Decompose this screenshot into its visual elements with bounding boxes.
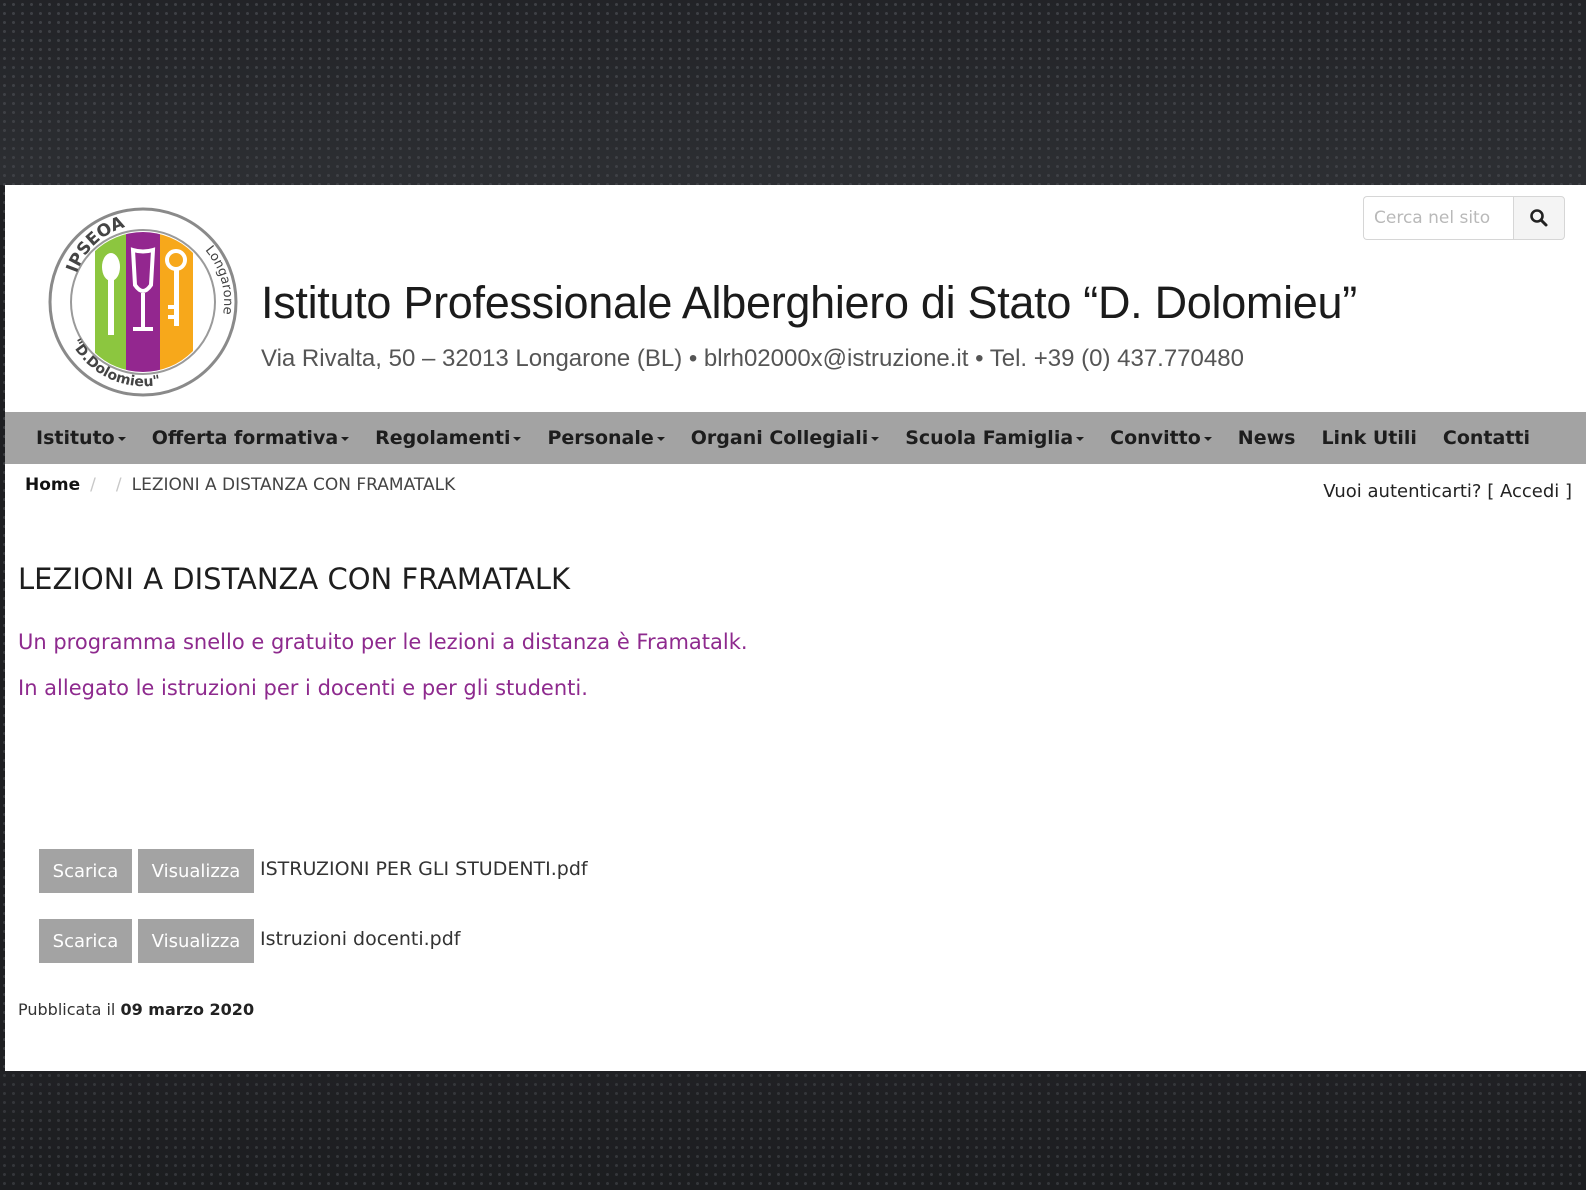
attachment-filename: Istruzioni docenti.pdf	[260, 928, 461, 950]
school-logo[interactable]: IPSEOA Longarone "D.Dolomieu"	[45, 205, 245, 399]
background-top	[0, 0, 1586, 185]
nav-item-scuola-famiglia[interactable]: Scuola Famiglia	[892, 427, 1097, 449]
search-box	[1363, 196, 1565, 240]
breadcrumb-current: LEZIONI A DISTANZA CON FRAMATALK	[131, 475, 456, 495]
caret-down-icon	[1203, 437, 1212, 441]
web-page: IPSEOA Longarone "D.Dolomieu" Istituto P…	[5, 185, 1586, 1071]
view-button[interactable]: Visualizza	[138, 849, 254, 893]
nav-item-organi-collegiali[interactable]: Organi Collegiali	[678, 427, 892, 449]
view-button[interactable]: Visualizza	[138, 919, 254, 963]
site-address: Via Rivalta, 50 – 32013 Longarone (BL) •…	[261, 345, 1244, 372]
caret-down-icon	[341, 437, 350, 441]
main-navigation: Istituto Offerta formativa Regolamenti P…	[5, 412, 1586, 464]
attachment-row: Scarica Visualizza ISTRUZIONI PER GLI ST…	[39, 849, 588, 893]
published-date: 09 marzo 2020	[120, 1000, 255, 1019]
page-title: LEZIONI A DISTANZA CON FRAMATALK	[18, 562, 571, 596]
search-icon	[1530, 209, 1548, 227]
breadcrumb-separator: /	[115, 475, 122, 495]
search-input[interactable]	[1363, 196, 1513, 240]
caret-down-icon	[656, 437, 665, 441]
nav-item-link-utili[interactable]: Link Utili	[1308, 427, 1429, 449]
site-title: Istituto Professionale Alberghiero di St…	[261, 277, 1357, 328]
nav-item-regolamenti[interactable]: Regolamenti	[362, 427, 534, 449]
article-paragraph: Un programma snello e gratuito per le le…	[18, 630, 748, 654]
attachment-filename: ISTRUZIONI PER GLI STUDENTI.pdf	[260, 858, 588, 880]
attachment-row: Scarica Visualizza Istruzioni docenti.pd…	[39, 919, 460, 963]
nav-item-personale[interactable]: Personale	[534, 427, 677, 449]
breadcrumb: Home / / LEZIONI A DISTANZA CON FRAMATAL…	[25, 475, 455, 495]
caret-down-icon	[871, 437, 880, 441]
nav-item-news[interactable]: News	[1225, 427, 1309, 449]
nav-item-contatti[interactable]: Contatti	[1430, 427, 1543, 449]
download-button[interactable]: Scarica	[39, 849, 132, 893]
login-link[interactable]: [ Accedi ]	[1487, 481, 1572, 502]
nav-item-istituto[interactable]: Istituto	[23, 427, 139, 449]
caret-down-icon	[117, 437, 126, 441]
nav-item-offerta-formativa[interactable]: Offerta formativa	[139, 427, 362, 449]
publication-date: Pubblicata il 09 marzo 2020	[18, 1000, 254, 1019]
article-paragraph: In allegato le istruzioni per i docenti …	[18, 676, 588, 700]
nav-item-convitto[interactable]: Convitto	[1097, 427, 1225, 449]
auth-area: Vuoi autenticarti? [ Accedi ]	[1323, 481, 1572, 502]
caret-down-icon	[513, 437, 522, 441]
auth-prompt: Vuoi autenticarti?	[1323, 481, 1482, 502]
background-bottom	[0, 1071, 1586, 1190]
breadcrumb-home-link[interactable]: Home	[25, 475, 80, 495]
published-prefix: Pubblicata il	[18, 1000, 116, 1019]
download-button[interactable]: Scarica	[39, 919, 132, 963]
caret-down-icon	[1076, 437, 1085, 441]
breadcrumb-separator: /	[90, 475, 96, 495]
search-button[interactable]	[1513, 196, 1565, 240]
